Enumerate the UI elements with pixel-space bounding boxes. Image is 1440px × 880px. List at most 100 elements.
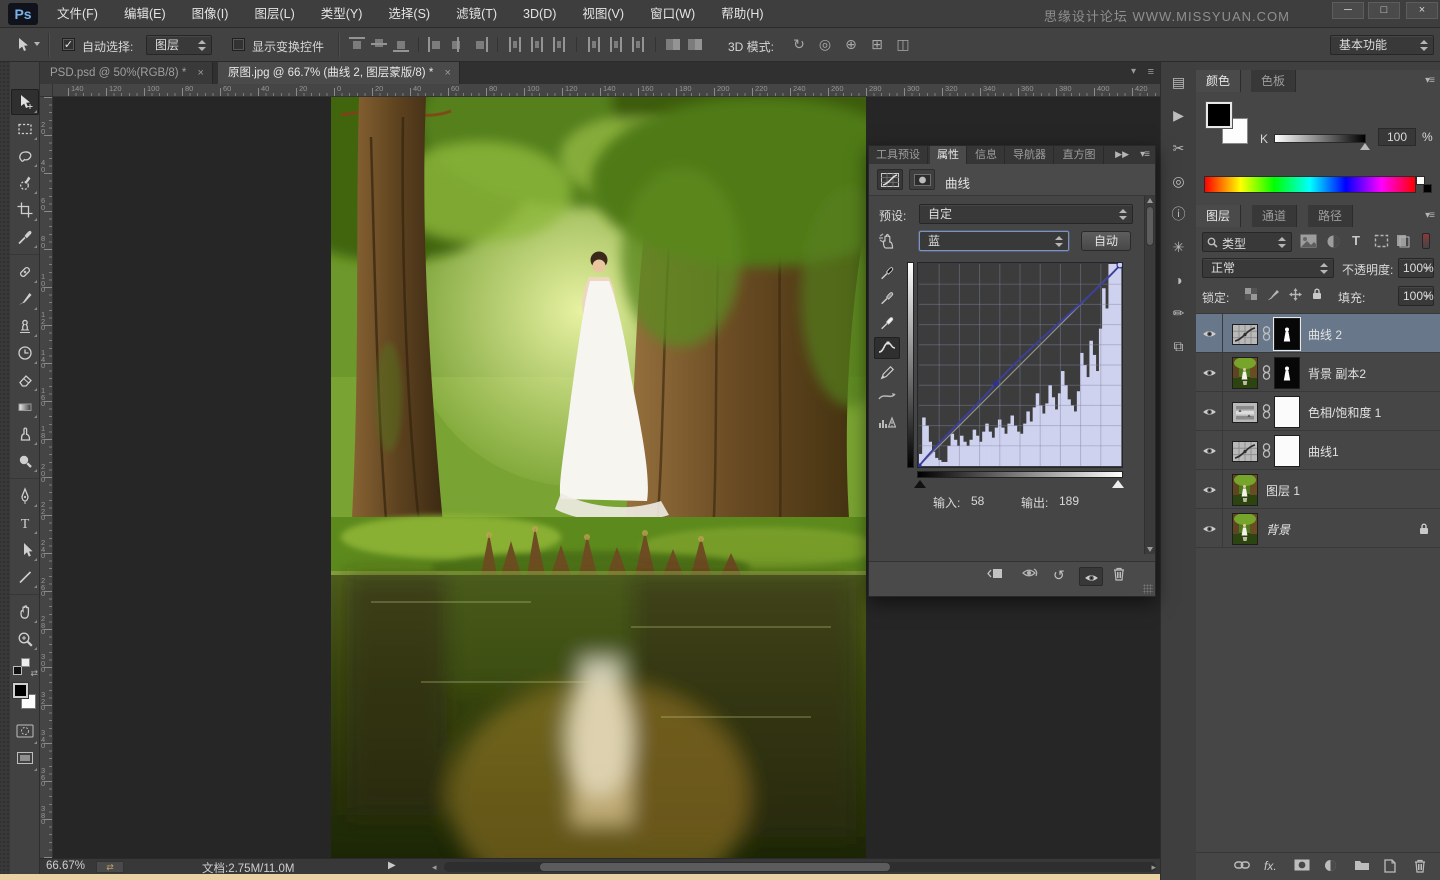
k-slider-thumb[interactable] — [1360, 143, 1370, 150]
auto-select-checkbox[interactable]: ✓ — [62, 38, 75, 51]
black-point-eyedropper[interactable] — [874, 262, 900, 284]
swap-colors-icon[interactable]: ⇄ — [12, 658, 38, 680]
zoom-tool[interactable] — [11, 626, 39, 652]
layer-mask-thumbnail[interactable] — [1274, 357, 1300, 389]
dock-panel-icon-4[interactable]: ◎ — [1166, 168, 1192, 194]
blend-mode-dropdown[interactable]: 正常 — [1202, 258, 1334, 278]
gray-point-eyedropper[interactable] — [874, 287, 900, 309]
quick-mask-mode-icon[interactable] — [11, 720, 39, 746]
layer-visibility-toggle[interactable] — [1196, 431, 1223, 469]
zoom-level-field[interactable]: 66.67% — [46, 860, 85, 872]
close-tab-icon[interactable]: × — [198, 67, 204, 79]
screen-mode-icon[interactable] — [11, 747, 39, 773]
photo-canvas[interactable] — [331, 97, 866, 858]
layer-thumbnail[interactable] — [1232, 402, 1258, 423]
visibility-eye-icon[interactable] — [1079, 567, 1103, 586]
document-tab-active[interactable]: 原图.jpg @ 66.7% (曲线 2, 图层蒙版/8) * × — [218, 62, 460, 84]
layer-row-图层 1[interactable]: 图层 1 — [1196, 470, 1440, 509]
menu-item-8[interactable]: 视图(V) — [569, 0, 637, 28]
3d-mode-icon-3[interactable]: ⊞ — [867, 36, 887, 53]
layer-mask-thumbnail[interactable] — [1273, 317, 1301, 351]
properties-tab-1[interactable]: 属性 — [930, 146, 967, 164]
dock-panel-icon-9[interactable]: ⧉ — [1166, 333, 1192, 359]
properties-tab-4[interactable]: 直方图 — [1055, 146, 1104, 164]
smudge-tool[interactable] — [11, 421, 39, 447]
curve-pencil-tool[interactable] — [874, 362, 900, 384]
properties-scrollbar[interactable] — [1144, 196, 1155, 554]
panel-menu-icon[interactable]: ▾≡ — [1425, 210, 1435, 221]
properties-tab-0[interactable]: 工具预设 — [869, 146, 928, 164]
align-icon-aa-13[interactable] — [687, 37, 703, 52]
panel-resize-grip[interactable] — [1143, 584, 1153, 594]
auto-select-target-dropdown[interactable]: 图层 — [146, 35, 212, 55]
layer-thumbnail[interactable] — [1232, 513, 1258, 545]
tab-overflow-icon[interactable]: ▾ — [1131, 66, 1136, 77]
rectangular-marquee-tool[interactable] — [11, 116, 39, 142]
layer-thumbnail[interactable] — [1232, 324, 1258, 345]
foreground-color-swatch[interactable] — [11, 682, 29, 699]
mask-link-icon[interactable] — [1262, 326, 1271, 344]
eraser-tool[interactable] — [11, 367, 39, 393]
smooth-curve-button[interactable] — [874, 387, 900, 409]
move-tool-option-icon[interactable] — [14, 36, 32, 57]
brush-tool[interactable] — [11, 286, 39, 312]
align-icon-dr-11[interactable] — [630, 37, 646, 52]
align-icon-db-8[interactable] — [551, 37, 567, 52]
hand-tool[interactable] — [11, 599, 39, 625]
dock-panel-icon-1[interactable]: ▤ — [1166, 69, 1192, 95]
layer-visibility-toggle[interactable] — [1196, 314, 1223, 352]
layer-thumbnail[interactable] — [1232, 441, 1258, 462]
3d-mode-icon-4[interactable]: ◫ — [893, 36, 913, 53]
panel-menu-icon[interactable]: ▾≡ — [1425, 75, 1435, 86]
pen-tool[interactable] — [11, 483, 39, 509]
highlight-input-slider[interactable] — [1112, 480, 1124, 488]
3d-mode-icon-0[interactable]: ↻ — [789, 36, 809, 53]
curve-point-tool[interactable] — [874, 337, 900, 359]
close-tab-icon[interactable]: × — [445, 67, 451, 79]
layer-visibility-toggle[interactable] — [1196, 353, 1223, 391]
layer-row-曲线1[interactable]: 曲线1 — [1196, 431, 1440, 470]
input-value[interactable]: 58 — [971, 494, 984, 508]
scrollbar-thumb[interactable] — [540, 863, 890, 871]
targeted-adjustment-icon[interactable] — [877, 232, 897, 253]
align-icon-dvm-7[interactable] — [529, 37, 545, 52]
3d-mode-icon-2[interactable]: ⊕ — [841, 36, 861, 53]
tab-color[interactable]: 颜色 — [1196, 70, 1242, 92]
align-icon-dhm-10[interactable] — [608, 37, 624, 52]
tab-paths[interactable]: 路径 — [1308, 205, 1354, 227]
curves-graph[interactable] — [917, 262, 1123, 468]
close-button[interactable]: × — [1406, 2, 1438, 19]
tab-channels[interactable]: 通道 — [1252, 205, 1298, 227]
mask-link-icon[interactable] — [1262, 365, 1271, 383]
align-icon-dt-6[interactable] — [507, 37, 523, 52]
foreground-color-swatch[interactable] — [1205, 101, 1233, 129]
properties-tab-2[interactable]: 信息 — [968, 146, 1005, 164]
status-flyout-icon[interactable]: ▶ — [388, 860, 396, 871]
mask-properties-icon[interactable] — [909, 169, 935, 190]
scroll-right-icon[interactable]: ▸ — [1151, 862, 1156, 873]
gradient-tool[interactable] — [11, 394, 39, 420]
previous-state-icon[interactable] — [1021, 567, 1039, 582]
quick-selection-tool[interactable] — [11, 170, 39, 196]
add-mask-icon[interactable] — [1294, 859, 1310, 874]
layer-name[interactable]: 曲线1 — [1308, 443, 1339, 460]
layer-filter-dropdown[interactable]: 类型 — [1202, 232, 1292, 252]
lock-pixels-icon[interactable] — [1264, 288, 1282, 304]
new-layer-icon[interactable] — [1384, 859, 1396, 876]
k-value-field[interactable]: 100 — [1378, 128, 1416, 146]
menu-item-1[interactable]: 编辑(E) — [111, 0, 179, 28]
opacity-dropdown[interactable]: 100% — [1398, 258, 1434, 278]
layer-visibility-toggle[interactable] — [1196, 509, 1223, 547]
color-spectrum-ramp[interactable] — [1204, 176, 1416, 193]
menu-item-3[interactable]: 图层(L) — [241, 0, 307, 28]
show-transform-checkbox[interactable] — [232, 38, 245, 51]
align-icon-t-0[interactable] — [349, 37, 365, 52]
spectrum-black-swatch[interactable] — [1423, 184, 1432, 193]
layer-name[interactable]: 背景 — [1266, 521, 1290, 538]
panel-menu-icon[interactable]: ▾≡ — [1140, 149, 1150, 160]
layer-name[interactable]: 背景 副本2 — [1308, 365, 1366, 382]
menu-item-5[interactable]: 选择(S) — [375, 0, 443, 28]
channel-dropdown[interactable]: 蓝 — [919, 231, 1069, 251]
dodge-tool[interactable] — [11, 448, 39, 474]
curves-adjustment-icon[interactable] — [877, 169, 903, 190]
